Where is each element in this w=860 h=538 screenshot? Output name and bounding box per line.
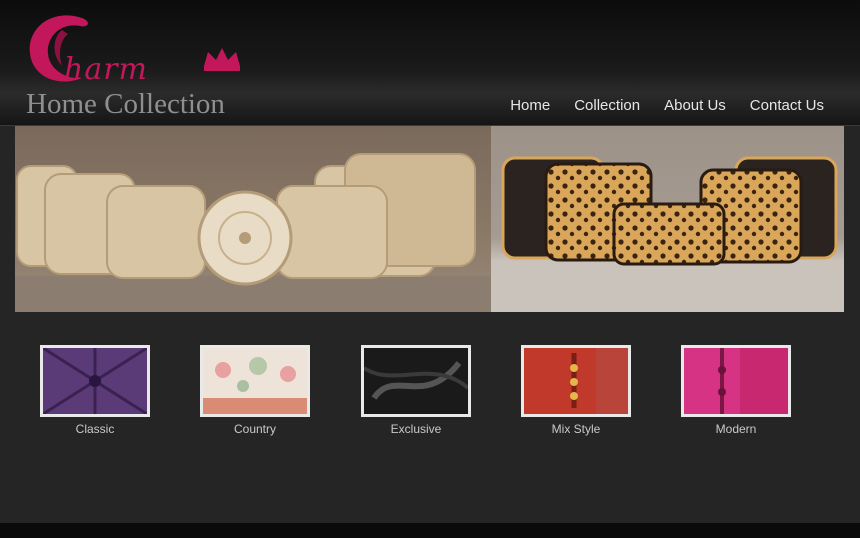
footer-bar <box>0 523 860 538</box>
banner-gold-cushions-image <box>15 126 491 312</box>
thumb-classic-image[interactable] <box>40 345 150 417</box>
nav-about-link[interactable]: About Us <box>664 97 726 114</box>
category-modern[interactable]: Modern <box>681 345 791 436</box>
category-mix-style-label[interactable]: Mix Style <box>521 422 631 436</box>
thumb-modern-image[interactable] <box>681 345 791 417</box>
main-nav: Home Collection About Us Contact Us <box>510 97 824 114</box>
thumb-mix-style-image[interactable] <box>521 345 631 417</box>
mix-style-swatch-icon <box>524 348 628 414</box>
modern-swatch-icon <box>684 348 788 414</box>
charm-logo[interactable]: harm Home Collection <box>22 8 252 120</box>
logo-script-text: harm <box>64 52 148 87</box>
category-exclusive[interactable]: Exclusive <box>361 345 471 436</box>
category-classic-label[interactable]: Classic <box>40 422 150 436</box>
page: harm Home Collection Home Collection Abo… <box>0 0 860 538</box>
nav-contact-link[interactable]: Contact Us <box>750 97 824 114</box>
category-country-label[interactable]: Country <box>200 422 310 436</box>
category-country[interactable]: Country <box>200 345 310 436</box>
header: harm Home Collection Home Collection Abo… <box>0 0 860 126</box>
category-thumbnails: Classic Country Exclusive Mix Style Mode… <box>0 345 860 445</box>
category-modern-label[interactable]: Modern <box>681 422 791 436</box>
leopard-cushions-illustration <box>491 156 844 312</box>
nav-collection-link[interactable]: Collection <box>574 97 640 114</box>
nav-home-link[interactable]: Home <box>510 97 550 114</box>
thumb-country-image[interactable] <box>200 345 310 417</box>
hero-banner <box>15 126 844 312</box>
country-swatch-icon <box>203 348 307 414</box>
category-exclusive-label[interactable]: Exclusive <box>361 422 471 436</box>
logo-subtitle: Home Collection <box>26 88 225 120</box>
category-mix-style[interactable]: Mix Style <box>521 345 631 436</box>
category-classic[interactable]: Classic <box>40 345 150 436</box>
classic-swatch-icon <box>43 348 147 414</box>
thumb-exclusive-image[interactable] <box>361 345 471 417</box>
exclusive-swatch-icon <box>364 348 468 414</box>
banner-leopard-cushions-image <box>491 126 844 312</box>
gold-cushions-illustration <box>15 153 491 312</box>
